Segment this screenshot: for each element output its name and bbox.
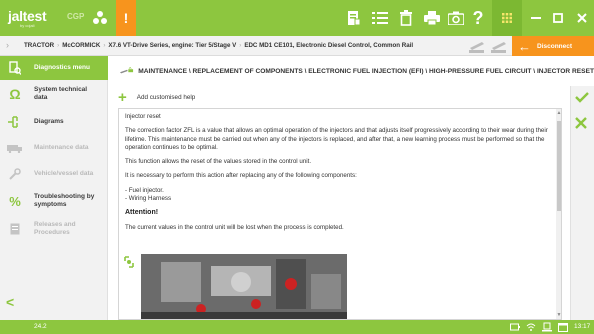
close-icon <box>577 13 587 23</box>
help-icon[interactable]: ? <box>466 6 490 30</box>
wifi-icon <box>526 323 536 331</box>
breadcrumb-item-brand[interactable]: McCORMICK <box>62 42 100 49</box>
document-title: Injector reset <box>125 113 161 120</box>
breadcrumb-bar: › TRACTOR › McCORMICK › X7.6 VT-Drive Series… <box>0 36 594 56</box>
close-button[interactable] <box>570 0 594 36</box>
document-paragraph: The correction factor ZFL is a value tha… <box>125 127 548 151</box>
minimize-button[interactable] <box>524 0 548 36</box>
sidebar-item-troubleshooting[interactable]: % Troubleshooting by symptoms <box>0 188 108 214</box>
top-bar: jaltest by cojali CGP ! ? <box>0 0 594 36</box>
maintenance-icon <box>5 140 25 156</box>
vehicle-tool-icon <box>120 67 134 74</box>
disconnect-button[interactable]: ← Disconnect <box>512 36 594 56</box>
sidebar-item-releases-procedures[interactable]: Releases and Procedures <box>0 216 108 242</box>
diagnostics-icon <box>5 60 25 76</box>
breadcrumb-chevron-icon: › <box>6 40 9 50</box>
document-paragraph: The current values in the control unit w… <box>125 223 344 231</box>
arrow-left-icon: ← <box>518 38 531 54</box>
grid-icon <box>502 13 512 23</box>
procedure-header: MAINTENANCE \ REPLACEMENT OF COMPONENTS … <box>108 56 594 86</box>
sidebar-item-label: Diagrams <box>34 118 64 125</box>
diagram-icon <box>5 114 25 130</box>
breadcrumb-item-system[interactable]: EDC MD1 CE101, Electronic Diesel Control… <box>244 42 413 49</box>
sidebar-item-label: Vehicle/vessel data <box>34 170 94 177</box>
calendar-icon <box>558 323 568 332</box>
help-document: Injector reset The correction factor ZFL… <box>118 108 562 320</box>
sidebar: Diagnostics menu Ω System technical data… <box>0 56 108 320</box>
version-label: 24.2 <box>34 323 47 330</box>
percent-icon: % <box>9 193 21 209</box>
add-help-label: Add customised help <box>136 93 196 101</box>
close-icon <box>575 117 587 129</box>
app-logo: jaltest by cojali <box>8 6 47 30</box>
add-customised-help-button[interactable]: + Add customised help <box>118 88 195 106</box>
ohm-icon: Ω <box>9 86 21 102</box>
product-label: CGP <box>67 12 85 21</box>
apps-grid-button[interactable] <box>492 0 522 36</box>
scroll-down-icon[interactable]: ▼ <box>556 312 561 318</box>
zoom-icon[interactable] <box>123 255 135 269</box>
document-paragraph: This function allows the reset of the va… <box>125 158 312 166</box>
wrench-icon <box>5 166 25 182</box>
disconnect-label: Disconnect <box>537 42 573 50</box>
maximize-button[interactable] <box>546 0 570 36</box>
cancel-button[interactable] <box>575 116 587 132</box>
camera-icon[interactable] <box>444 6 468 30</box>
logo-subtext: by cojali <box>20 22 35 28</box>
document-scrollbar[interactable]: ▲ ▼ <box>556 109 561 319</box>
sidebar-item-label: Troubleshooting by symptoms <box>34 193 95 208</box>
engine-photo <box>141 254 347 319</box>
printer-icon[interactable] <box>420 6 444 30</box>
confirm-button[interactable] <box>575 90 589 106</box>
sidebar-item-label: Releases and Procedures <box>34 221 76 236</box>
document-paragraph: It is necessary to perform this action a… <box>125 172 357 180</box>
maximize-icon <box>553 13 563 23</box>
list-item: - Fuel injector. <box>125 186 164 194</box>
trash-icon[interactable] <box>394 6 418 30</box>
plus-icon: + <box>118 88 127 106</box>
document-content: Injector reset The correction factor ZFL… <box>125 113 549 238</box>
vci-icon <box>542 322 552 332</box>
sidebar-item-diagnostics-menu[interactable]: Diagnostics menu <box>0 56 108 80</box>
sidebar-item-label: Maintenance data <box>34 144 89 151</box>
scroll-up-icon[interactable]: ▲ <box>556 110 561 116</box>
clock: 13:17 <box>574 323 591 330</box>
logo-text: jaltest <box>8 7 47 24</box>
back-button[interactable]: < <box>6 294 14 310</box>
sidebar-item-vehicle-data[interactable]: Vehicle/vessel data <box>0 162 108 186</box>
sidebar-item-label: System technical data <box>34 86 88 101</box>
check-icon <box>575 92 589 103</box>
document-icon <box>5 221 25 237</box>
sidebar-item-system-technical-data[interactable]: Ω System technical data <box>0 82 108 106</box>
attention-heading: Attention! <box>125 209 159 217</box>
list-icon[interactable] <box>368 6 392 30</box>
status-bar: 24.2 13:17 <box>0 320 594 334</box>
breadcrumb-item-model[interactable]: X7.6 VT-Drive Series, engine: Tier 5/Sta… <box>108 42 236 49</box>
component-list: - Fuel injector. - Wiring Harness <box>125 187 549 204</box>
report-icon[interactable] <box>342 6 366 30</box>
alert-button[interactable]: ! <box>116 0 136 36</box>
sidebar-item-maintenance-data[interactable]: Maintenance data <box>0 136 108 160</box>
connection-status-icon[interactable] <box>490 38 508 54</box>
breadcrumb-item-type[interactable]: TRACTOR <box>24 42 54 49</box>
network-icon[interactable] <box>88 6 112 30</box>
action-panel <box>570 86 594 320</box>
sidebar-item-label: Diagnostics menu <box>34 64 90 71</box>
test-mode-icon[interactable] <box>468 38 486 54</box>
list-item: - Wiring Harness <box>125 195 172 203</box>
sidebar-item-diagrams[interactable]: Diagrams <box>0 110 108 134</box>
scrollbar-thumb[interactable] <box>557 121 561 211</box>
breadcrumb: TRACTOR › McCORMICK › X7.6 VT-Drive Series, … <box>24 42 414 49</box>
procedure-path: MAINTENANCE \ REPLACEMENT OF COMPONENTS … <box>138 67 594 75</box>
minimize-icon <box>531 17 541 19</box>
battery-icon <box>510 323 520 331</box>
